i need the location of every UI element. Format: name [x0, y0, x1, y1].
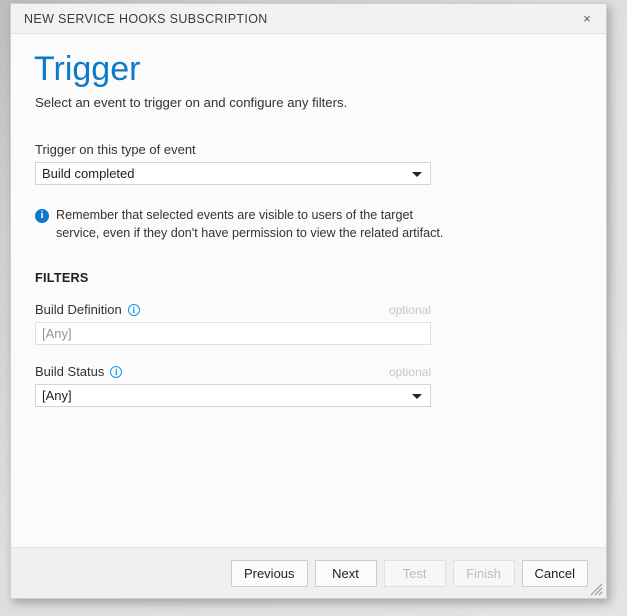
resize-grip-icon[interactable]	[590, 583, 603, 596]
event-type-select[interactable]: Build completed	[35, 162, 431, 185]
build-status-optional-tag: optional	[388, 364, 431, 379]
info-outline-icon[interactable]: i	[110, 365, 123, 378]
new-subscription-dialog: NEW SERVICE HOOKS SUBSCRIPTION × Trigger…	[10, 3, 607, 599]
dialog-footer: Previous Next Test Finish Cancel	[11, 547, 606, 598]
build-status-select-wrap: [Any]	[35, 384, 431, 407]
event-visibility-note: i Remember that selected events are visi…	[35, 207, 445, 242]
cancel-button[interactable]: Cancel	[521, 559, 588, 587]
info-filled-icon: i	[35, 209, 49, 223]
dialog-content: Trigger Select an event to trigger on an…	[11, 48, 606, 407]
test-button: Test	[383, 559, 446, 587]
build-definition-label-row: Build Definition i optional	[35, 302, 431, 317]
close-icon[interactable]: ×	[568, 4, 606, 33]
build-status-label-row: Build Status i optional	[35, 364, 431, 379]
dialog-body: Trigger Select an event to trigger on an…	[11, 34, 606, 547]
build-definition-optional-tag: optional	[388, 302, 431, 317]
next-button[interactable]: Next	[314, 559, 377, 587]
event-type-label: Trigger on this type of event	[35, 142, 196, 157]
info-outline-icon[interactable]: i	[127, 303, 140, 316]
dialog-titlebar: NEW SERVICE HOOKS SUBSCRIPTION ×	[11, 4, 606, 34]
build-status-label: Build Status	[35, 364, 105, 379]
event-type-select-wrap: Build completed	[35, 162, 431, 185]
filters-heading: FILTERS	[35, 271, 89, 285]
event-visibility-note-text: Remember that selected events are visibl…	[56, 208, 444, 240]
finish-button: Finish	[452, 559, 515, 587]
build-definition-field: Build Definition i optional	[35, 302, 582, 345]
build-definition-label: Build Definition	[35, 302, 122, 317]
build-definition-input[interactable]	[35, 322, 431, 345]
previous-button[interactable]: Previous	[230, 559, 308, 587]
event-type-field: Trigger on this type of event Build comp…	[35, 142, 582, 185]
page-title: Trigger	[34, 50, 141, 88]
page-subtitle: Select an event to trigger on and config…	[35, 95, 348, 110]
build-status-field: Build Status i optional [Any]	[35, 364, 582, 407]
build-status-select[interactable]: [Any]	[35, 384, 431, 407]
dialog-title: NEW SERVICE HOOKS SUBSCRIPTION	[24, 11, 268, 26]
